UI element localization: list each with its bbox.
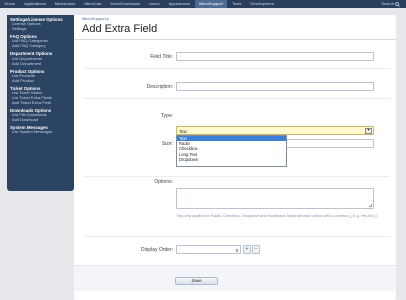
type-label: Type: <box>160 113 173 119</box>
nav-tab-home[interactable]: Home <box>0 0 20 8</box>
sidebar-link-add-download[interactable]: Add Download <box>7 117 74 123</box>
sidebar-link-add-ticket-extra-field[interactable]: Add Ticket Extra Field <box>7 100 74 106</box>
divider <box>74 39 396 40</box>
page-title: Add Extra Field <box>82 23 158 35</box>
sidebar-group-tickets: Ticket Options List Ticket Status List T… <box>7 86 74 106</box>
options-hint: This only applies for Radio, Checkbox, D… <box>176 214 378 218</box>
type-select-value: Text <box>179 128 187 134</box>
search-label: Search <box>381 1 394 6</box>
size-label: Size: <box>161 141 173 147</box>
search-button[interactable]: Search <box>381 0 400 8</box>
options-textarea[interactable] <box>176 188 374 209</box>
nav-tab-microcart[interactable]: MicroCart <box>80 0 106 8</box>
options-label: Options: <box>154 179 173 185</box>
top-navigation: Home Applications Microkudos MicroCart M… <box>0 0 406 8</box>
nav-tab-development[interactable]: Development <box>246 0 279 8</box>
breadcrumb[interactable]: MicroSupport ▸ <box>82 16 109 21</box>
type-select[interactable]: Text ▼ <box>176 126 374 135</box>
sidebar-group-settings: Settings/License Options License Options… <box>7 17 74 32</box>
display-order-label: Display Order: <box>141 247 173 253</box>
sidebar-link-add-faq-category[interactable]: Add FAQ Category <box>7 43 74 49</box>
type-option-dropdown[interactable]: Dropdown <box>177 157 286 162</box>
sidebar-link-add-department[interactable]: Add Department <box>7 61 74 67</box>
type-dropdown-list: Text Radio Checkbox Long Text Dropdown <box>176 135 287 167</box>
resize-handle-icon[interactable] <box>369 204 372 207</box>
divider <box>84 98 390 99</box>
sidebar-group-faq: FAQ Options List FAQ Categories Add FAQ … <box>7 34 74 49</box>
field-title-label: Field Title: <box>150 54 173 60</box>
form-footer <box>74 265 396 291</box>
nav-tab-tools[interactable]: Tools <box>227 0 245 8</box>
sidebar-link-settings[interactable]: Settings <box>7 26 74 32</box>
decrement-button[interactable]: − <box>252 245 260 254</box>
sidebar-link-add-product[interactable]: Add Product <box>7 78 74 84</box>
divider <box>84 176 390 177</box>
nav-tab-appearance[interactable]: Appearance <box>164 0 195 8</box>
sidebar-link-list-system-messages[interactable]: List System Messages <box>7 129 74 135</box>
sidebar-group-products: Product Options List Products Add Produc… <box>7 69 74 84</box>
divider <box>84 68 390 69</box>
sidebar-group-downloads: Downloads Options List File Downloads Ad… <box>7 108 74 123</box>
nav-tab-microdownloads[interactable]: MicroDownloads <box>106 0 145 8</box>
save-button[interactable]: Save <box>175 277 218 285</box>
main-panel: MicroSupport ▸ Add Extra Field Field Tit… <box>74 15 396 300</box>
sidebar-group-system-messages: System Messages List System Messages <box>7 125 74 135</box>
nav-tab-users[interactable]: Users <box>145 0 164 8</box>
display-order-value: 0 <box>235 247 238 253</box>
field-title-input[interactable] <box>176 52 374 61</box>
divider <box>84 236 390 237</box>
chevron-down-icon[interactable]: ▼ <box>365 128 372 134</box>
search-icon <box>395 1 400 7</box>
description-input[interactable] <box>176 82 374 91</box>
display-order-input[interactable]: 0 <box>176 245 241 254</box>
nav-tab-microsupport[interactable]: MicroSupport <box>194 0 228 8</box>
sidebar-group-departments: Department Options List Departments Add … <box>7 51 74 66</box>
description-label: Description: <box>146 84 173 90</box>
increment-button[interactable]: + <box>243 245 251 254</box>
sidebar: Settings/License Options License Options… <box>7 15 74 191</box>
nav-tab-microkudos[interactable]: Microkudos <box>50 0 79 8</box>
nav-tab-applications[interactable]: Applications <box>20 0 51 8</box>
